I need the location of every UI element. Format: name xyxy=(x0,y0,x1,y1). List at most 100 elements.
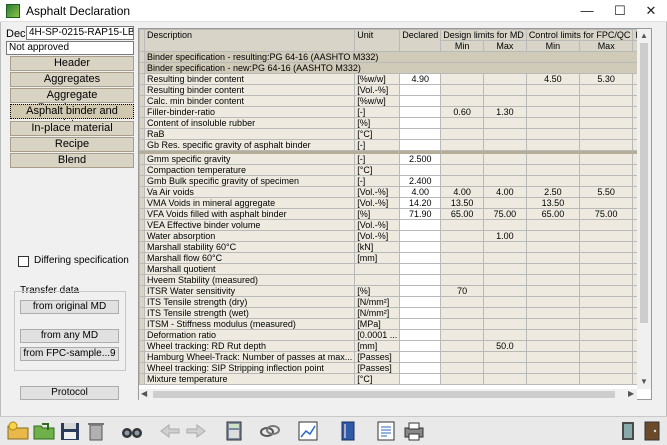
limit-cell-cmax[interactable] xyxy=(579,318,634,330)
limit-cell-cmax[interactable] xyxy=(579,164,634,176)
back-arrow-icon[interactable] xyxy=(158,420,182,442)
nav-in-place-material[interactable]: In-place material xyxy=(10,121,134,136)
table-row[interactable]: ITS Tensile strength (dry) [N/mm²] xyxy=(139,296,651,308)
binoculars-icon[interactable] xyxy=(120,420,144,442)
link-icon[interactable] xyxy=(258,420,282,442)
limit-cell-dmin[interactable]: 70 xyxy=(440,285,485,297)
checkbox-box[interactable] xyxy=(18,256,29,267)
table-row[interactable]: Compaction temperature [°C] xyxy=(139,164,651,176)
help-icon[interactable] xyxy=(616,420,640,442)
nav-aggregate-requirements[interactable]: Aggregate Requirements xyxy=(10,88,134,114)
table-row[interactable]: Filler-binder-ratio [-] 0.60 1.30 xyxy=(139,106,651,118)
declared-cell[interactable] xyxy=(399,219,442,231)
limit-cell-dmin[interactable]: 4.00 xyxy=(440,186,485,198)
scroll-down-icon[interactable]: ▼ xyxy=(640,377,648,386)
limit-cell-dmax[interactable] xyxy=(483,139,527,151)
limit-cell-cmax[interactable] xyxy=(579,307,634,319)
limit-cell-dmin[interactable] xyxy=(440,219,485,231)
limit-cell-cmax[interactable] xyxy=(579,128,634,140)
limit-cell-cmax[interactable] xyxy=(579,95,634,107)
table-row[interactable]: Resulting binder content [%w/w] 4.90 4.50 5.… xyxy=(139,73,651,85)
print-icon[interactable] xyxy=(402,420,426,442)
table-row[interactable]: Wheel tracking: RD Rut depth [mm] 50.0 xyxy=(139,340,651,352)
approval-status-field[interactable]: Not approved xyxy=(6,41,134,55)
nav-aggregates[interactable]: Aggregates xyxy=(10,72,134,87)
limit-cell-cmin[interactable]: 13.50 xyxy=(525,197,581,209)
limit-cell-dmax[interactable] xyxy=(483,95,527,107)
limit-cell-dmin[interactable]: 65.00 xyxy=(440,208,485,220)
table-row[interactable]: Marshall stability 60°C [kN] xyxy=(139,241,651,253)
col-control-max[interactable]: Max xyxy=(579,40,634,52)
limit-cell-dmin[interactable] xyxy=(440,329,485,341)
declared-cell[interactable] xyxy=(399,373,442,385)
limit-cell-cmax[interactable] xyxy=(579,153,634,165)
declared-cell[interactable] xyxy=(399,362,442,374)
limit-cell-cmax[interactable] xyxy=(579,285,634,297)
declared-cell[interactable]: 2.400 xyxy=(399,175,442,187)
section-row[interactable]: Binder specification - resulting:PG 64-1… xyxy=(139,51,651,63)
limit-cell-dmax[interactable]: 1.00 xyxy=(483,230,527,242)
limit-cell-dmin[interactable] xyxy=(440,139,485,151)
limit-cell-dmax[interactable] xyxy=(483,351,527,363)
limit-cell-dmin[interactable] xyxy=(440,164,485,176)
new-folder-icon[interactable] xyxy=(6,420,30,442)
from-original-md-button[interactable]: from original MD xyxy=(20,300,119,314)
declared-cell[interactable]: 2.500 xyxy=(399,153,442,165)
nav-asphalt-binder-mixture[interactable]: Asphalt binder and mixture xyxy=(10,104,134,130)
limit-cell-cmax[interactable] xyxy=(579,252,634,264)
limit-cell-dmax[interactable] xyxy=(483,263,527,275)
limit-cell-cmin[interactable] xyxy=(525,252,581,264)
limit-cell-dmax[interactable] xyxy=(483,219,527,231)
declared-cell[interactable] xyxy=(399,318,442,330)
limit-cell-dmax[interactable] xyxy=(483,285,527,297)
limit-cell-cmax[interactable] xyxy=(579,373,634,385)
col-declared[interactable]: Declared xyxy=(399,29,442,52)
exit-icon[interactable] xyxy=(640,420,664,442)
differing-spec-checkbox[interactable]: Differing specification xyxy=(18,255,138,269)
declared-cell[interactable]: 4.90 xyxy=(399,73,442,85)
limit-cell-dmax[interactable] xyxy=(483,197,527,209)
limit-cell-cmin[interactable] xyxy=(525,274,581,286)
limit-cell-cmin[interactable] xyxy=(525,153,581,165)
limit-cell-dmax[interactable] xyxy=(483,362,527,374)
horizontal-scroll-thumb[interactable] xyxy=(153,391,615,398)
vertical-scroll-thumb[interactable] xyxy=(640,43,648,323)
limit-cell-dmax[interactable] xyxy=(483,153,527,165)
from-fpc-sample-button[interactable]: from FPC-sample...9 xyxy=(20,347,119,361)
table-row[interactable]: Gmb Bulk specific gravity of specimen [-]… xyxy=(139,175,651,187)
declared-cell[interactable] xyxy=(399,139,442,151)
limit-cell-dmax[interactable] xyxy=(483,175,527,187)
limit-cell-cmax[interactable]: 75.00 xyxy=(579,208,634,220)
limit-cell-dmax[interactable] xyxy=(483,373,527,385)
limit-cell-dmax[interactable] xyxy=(483,274,527,286)
limit-cell-dmin[interactable] xyxy=(440,362,485,374)
nav-header[interactable]: Header xyxy=(10,56,134,71)
limit-cell-dmin[interactable] xyxy=(440,274,485,286)
book-icon[interactable] xyxy=(336,420,360,442)
table-row[interactable]: VFA Voids filled with asphalt binder [%] 7… xyxy=(139,208,651,220)
limit-cell-cmin[interactable] xyxy=(525,318,581,330)
limit-cell-cmin[interactable] xyxy=(525,351,581,363)
scroll-left-icon[interactable]: ◀ xyxy=(141,389,147,398)
col-control-min[interactable]: Min xyxy=(525,40,581,52)
limit-cell-cmax[interactable] xyxy=(579,106,634,118)
table-row[interactable]: Marshall flow 60°C [mm] xyxy=(139,252,651,264)
col-design-min[interactable]: Min xyxy=(440,40,485,52)
table-row[interactable]: Marshall quotient xyxy=(139,263,651,275)
declared-cell[interactable] xyxy=(399,252,442,264)
limit-cell-dmax[interactable]: 4.00 xyxy=(483,186,527,198)
declaration-field[interactable]: 4H-SP-0215-RAP15-LB (19mm Hf xyxy=(26,26,134,40)
limit-cell-cmax[interactable] xyxy=(579,296,634,308)
scroll-right-icon[interactable]: ▶ xyxy=(628,389,634,398)
declared-cell[interactable] xyxy=(399,106,442,118)
vertical-scrollbar[interactable]: ▲ ▼ xyxy=(637,29,651,389)
limit-cell-cmax[interactable] xyxy=(579,362,634,374)
limit-cell-cmax[interactable] xyxy=(579,351,634,363)
protocol-button[interactable]: Protocol xyxy=(20,386,119,400)
declared-cell[interactable] xyxy=(399,84,442,96)
limit-cell-cmax[interactable]: 5.30 xyxy=(579,73,634,85)
declared-cell[interactable] xyxy=(399,128,442,140)
limit-cell-cmin[interactable] xyxy=(525,329,581,341)
limit-cell-cmin[interactable] xyxy=(525,241,581,253)
limit-cell-cmin[interactable] xyxy=(525,285,581,297)
